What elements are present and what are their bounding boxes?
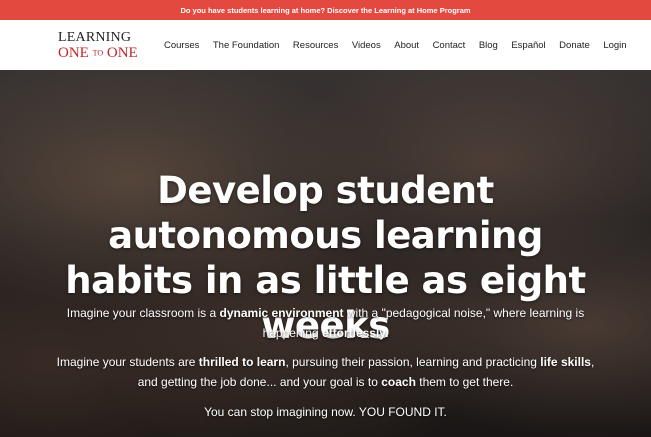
logo-line-one-to-one: ONE TO ONE [58, 46, 138, 61]
hero-paragraph-3: You can stop imagining now. YOU FOUND IT… [204, 405, 447, 419]
site-logo[interactable]: LEARNING ONE TO ONE [58, 31, 138, 61]
nav-item-contact[interactable]: Contact [433, 40, 466, 51]
logo-one-b: ONE [106, 45, 138, 61]
site-header: LEARNING ONE TO ONE Courses The Foundati… [0, 20, 651, 70]
nav-item-donate[interactable]: Donate [559, 40, 590, 51]
nav-item-the-foundation[interactable]: The Foundation [213, 40, 280, 51]
main-nav: Courses The Foundation Resources Videos … [164, 20, 640, 70]
announcement-bar: Do you have students learning at home? D… [0, 0, 651, 20]
nav-item-resources[interactable]: Resources [293, 40, 338, 51]
hero-paragraph-1: Imagine your classroom is a dynamic envi… [66, 306, 585, 340]
nav-item-about[interactable]: About [394, 40, 419, 51]
hero-section: Develop student autonomous learning habi… [0, 70, 651, 437]
announcement-link[interactable]: Do you have students learning at home? D… [180, 6, 470, 15]
nav-item-espanol[interactable]: Español [511, 40, 545, 51]
nav-item-login[interactable]: Login [603, 40, 626, 51]
nav-item-courses[interactable]: Courses [164, 40, 199, 51]
hero-paragraph-2: Imagine your students are thrilled to le… [56, 355, 595, 389]
logo-to: TO [92, 48, 104, 58]
logo-line-learning: LEARNING [58, 30, 132, 45]
nav-item-videos[interactable]: Videos [352, 40, 381, 51]
logo-one-a: ONE [58, 45, 89, 61]
nav-item-blog[interactable]: Blog [479, 40, 498, 51]
